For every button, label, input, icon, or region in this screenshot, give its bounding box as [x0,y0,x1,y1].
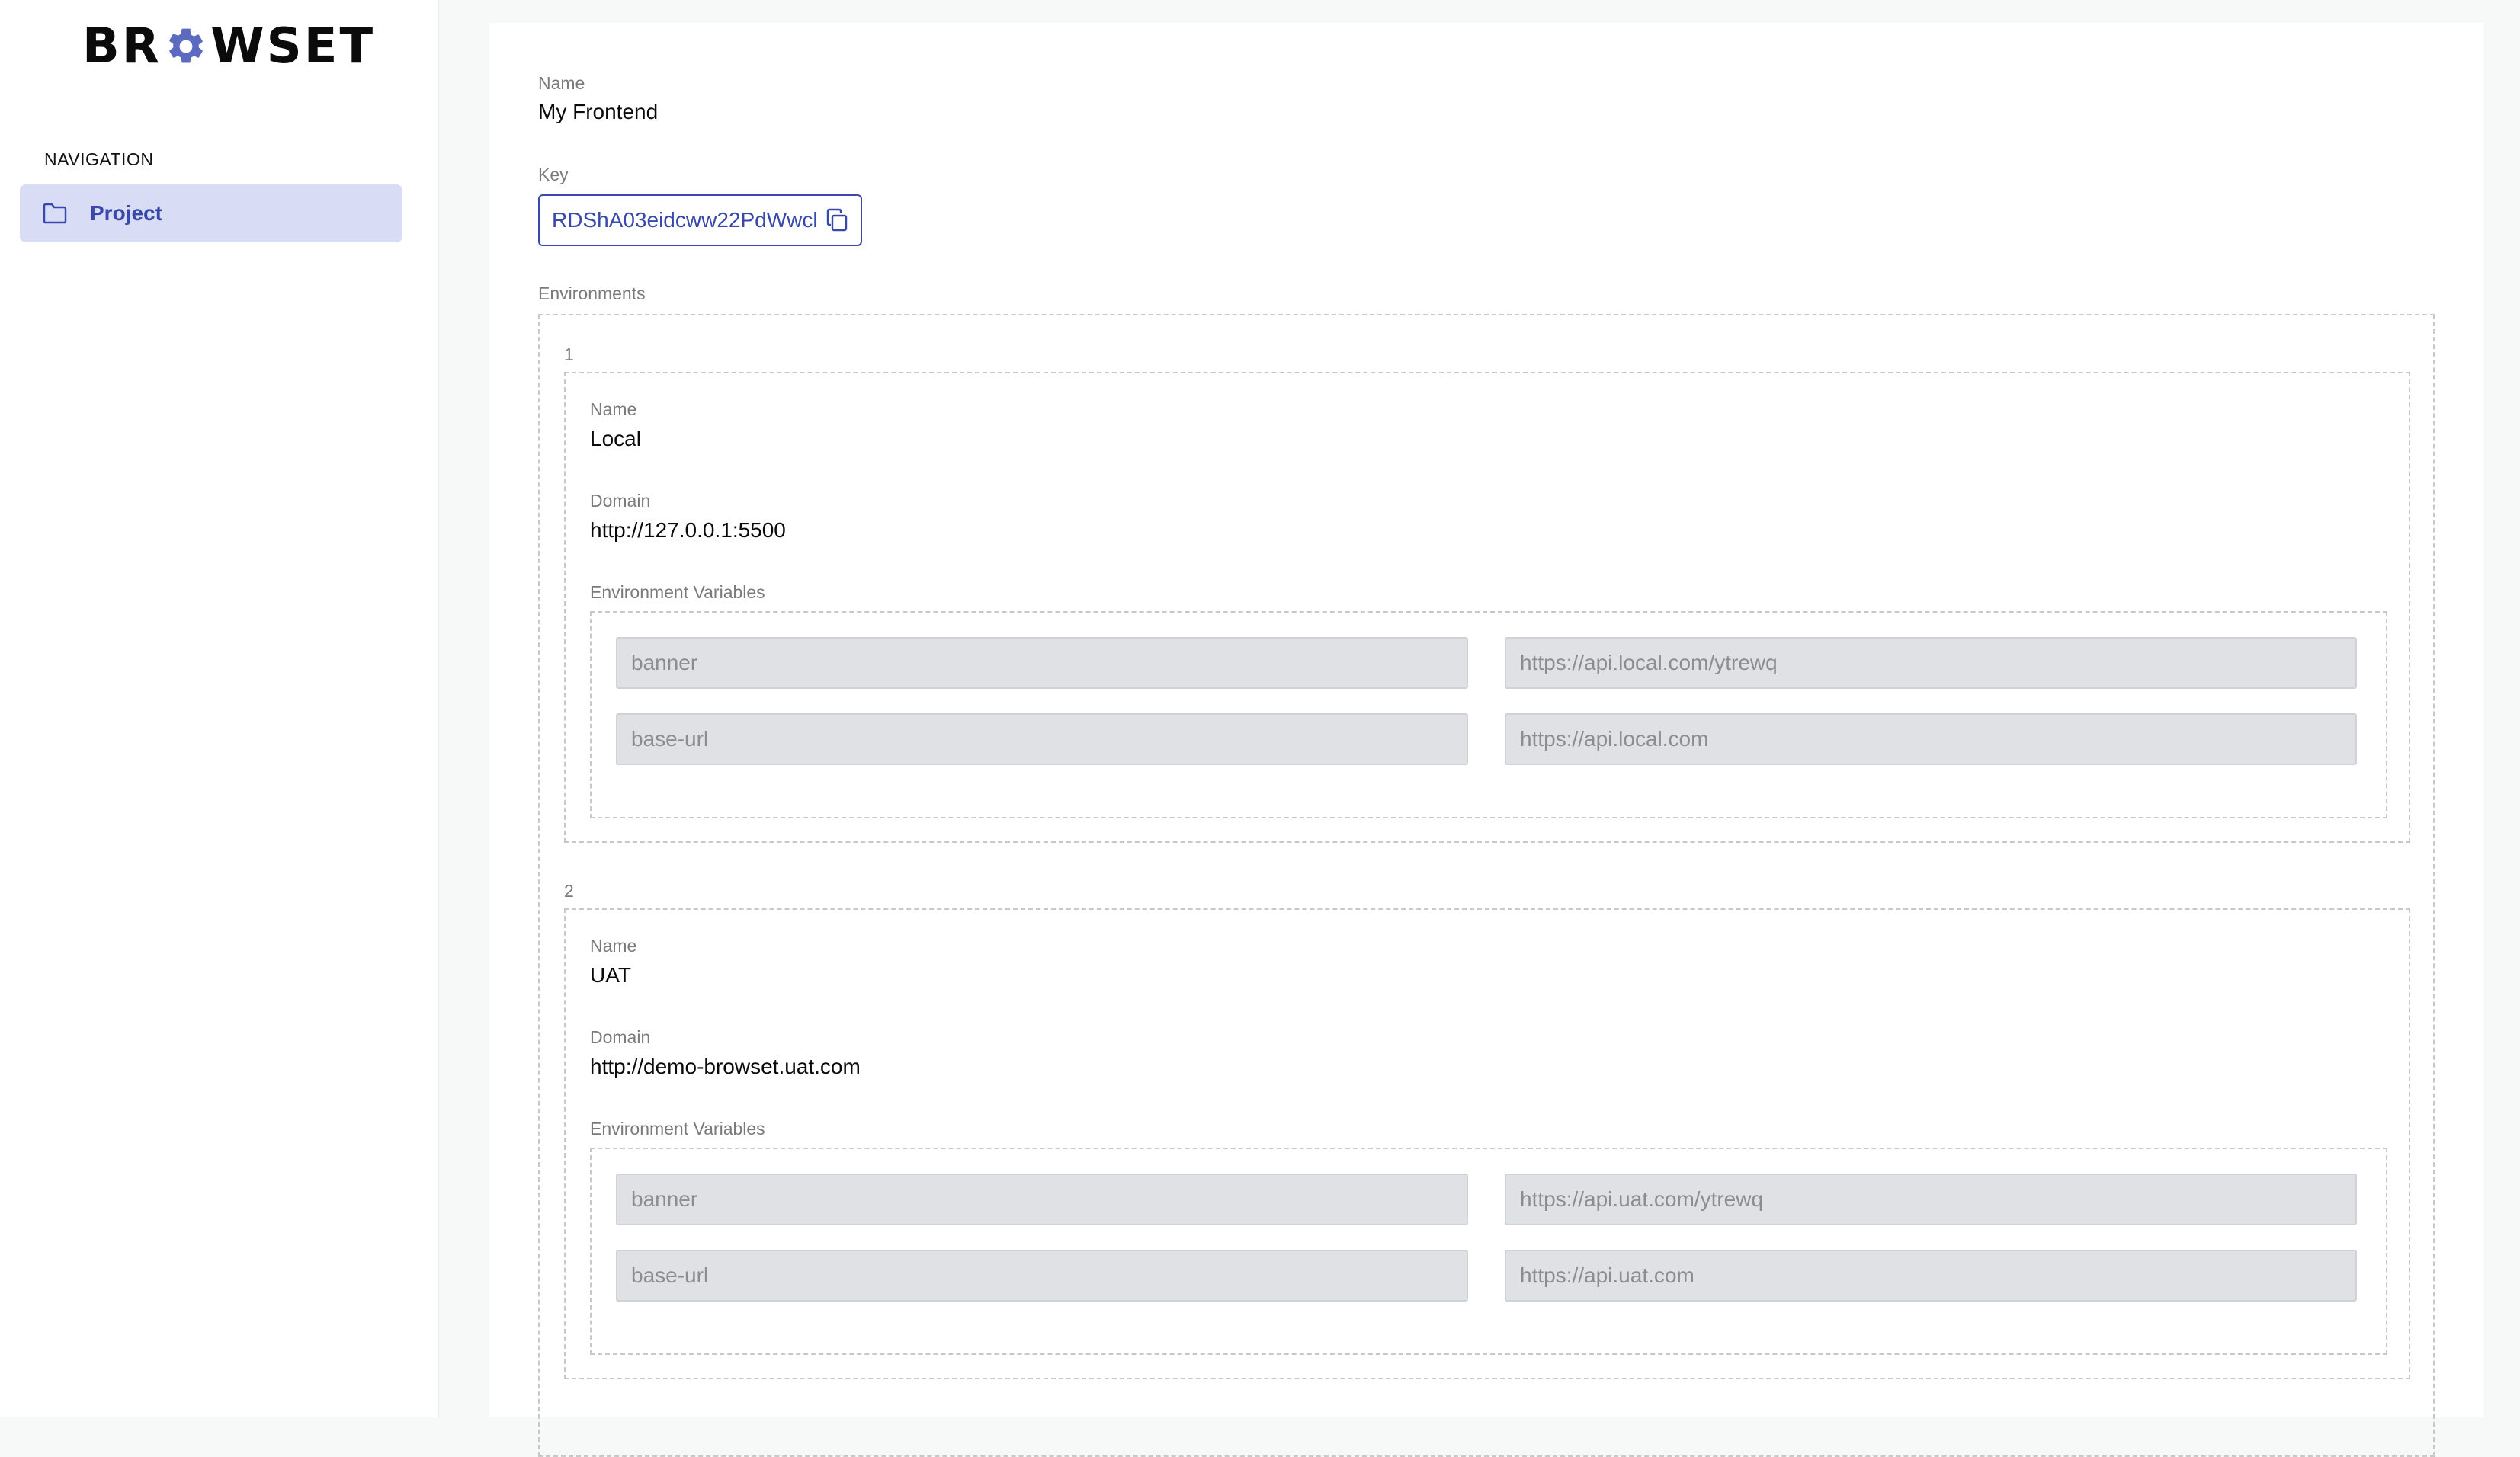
env-var-value-field[interactable]: https://api.uat.com [1505,1250,2357,1302]
environment-card: Name UAT Domain http://demo-browset.uat.… [564,908,2410,1379]
logo-text-left: BR [82,18,162,75]
sidebar-item-project[interactable]: Project [20,184,402,242]
env-var-key-field[interactable]: banner [616,1174,1468,1225]
environment-domain-label: Domain [590,1027,651,1047]
project-name-label: Name [538,73,585,93]
copy-icon [826,208,847,232]
copy-key-button[interactable]: RDShA03eidcww22PdWwcl [538,194,862,246]
environment-name-label: Name [590,399,637,419]
browset-logo[interactable]: BR WSET [82,18,376,75]
environment-domain-label: Domain [590,491,651,511]
env-var-value-field[interactable]: https://api.local.com [1505,713,2357,765]
environment-index: 2 [564,881,574,901]
env-var-key-field[interactable]: base-url [616,713,1468,765]
environment-variables-box: banner https://api.local.com/ytrewq base… [590,611,2387,818]
project-key-value: RDShA03eidcww22PdWwcl [552,208,818,232]
logo-text-right: WSET [210,18,376,75]
environment-index: 1 [564,344,574,364]
env-var-value-field[interactable]: https://api.local.com/ytrewq [1505,637,2357,689]
env-var-key-field[interactable]: base-url [616,1250,1468,1302]
project-name-value: My Frontend [538,100,659,123]
env-var-key-field[interactable]: banner [616,637,1468,689]
environment-name-label: Name [590,936,637,956]
gear-icon [169,28,203,63]
environment-variables-label: Environment Variables [590,582,765,602]
project-key-label: Key [538,165,569,184]
navigation-heading: NAVIGATION [44,149,154,169]
environments-list: 1 Name Local Domain http://127.0.0.1:550… [538,314,2435,1457]
environment-variables-box: banner https://api.uat.com/ytrewq base-u… [590,1148,2387,1355]
environment-domain-value: http://demo-browset.uat.com [590,1055,861,1078]
environment-name-value: UAT [590,963,631,987]
sidebar-item-label: Project [90,201,162,225]
environments-label: Environments [538,283,646,303]
folder-icon [43,203,67,224]
environment-variables-label: Environment Variables [590,1119,765,1138]
environment-name-value: Local [590,427,641,450]
env-var-value-field[interactable]: https://api.uat.com/ytrewq [1505,1174,2357,1225]
environment-card: Name Local Domain http://127.0.0.1:5500 … [564,372,2410,843]
sidebar: BR WSET NAVIGATION Project [0,0,439,1417]
environment-domain-value: http://127.0.0.1:5500 [590,518,786,542]
project-detail-panel: Name My Frontend Key RDShA03eidcww22PdWw… [489,23,2483,1457]
